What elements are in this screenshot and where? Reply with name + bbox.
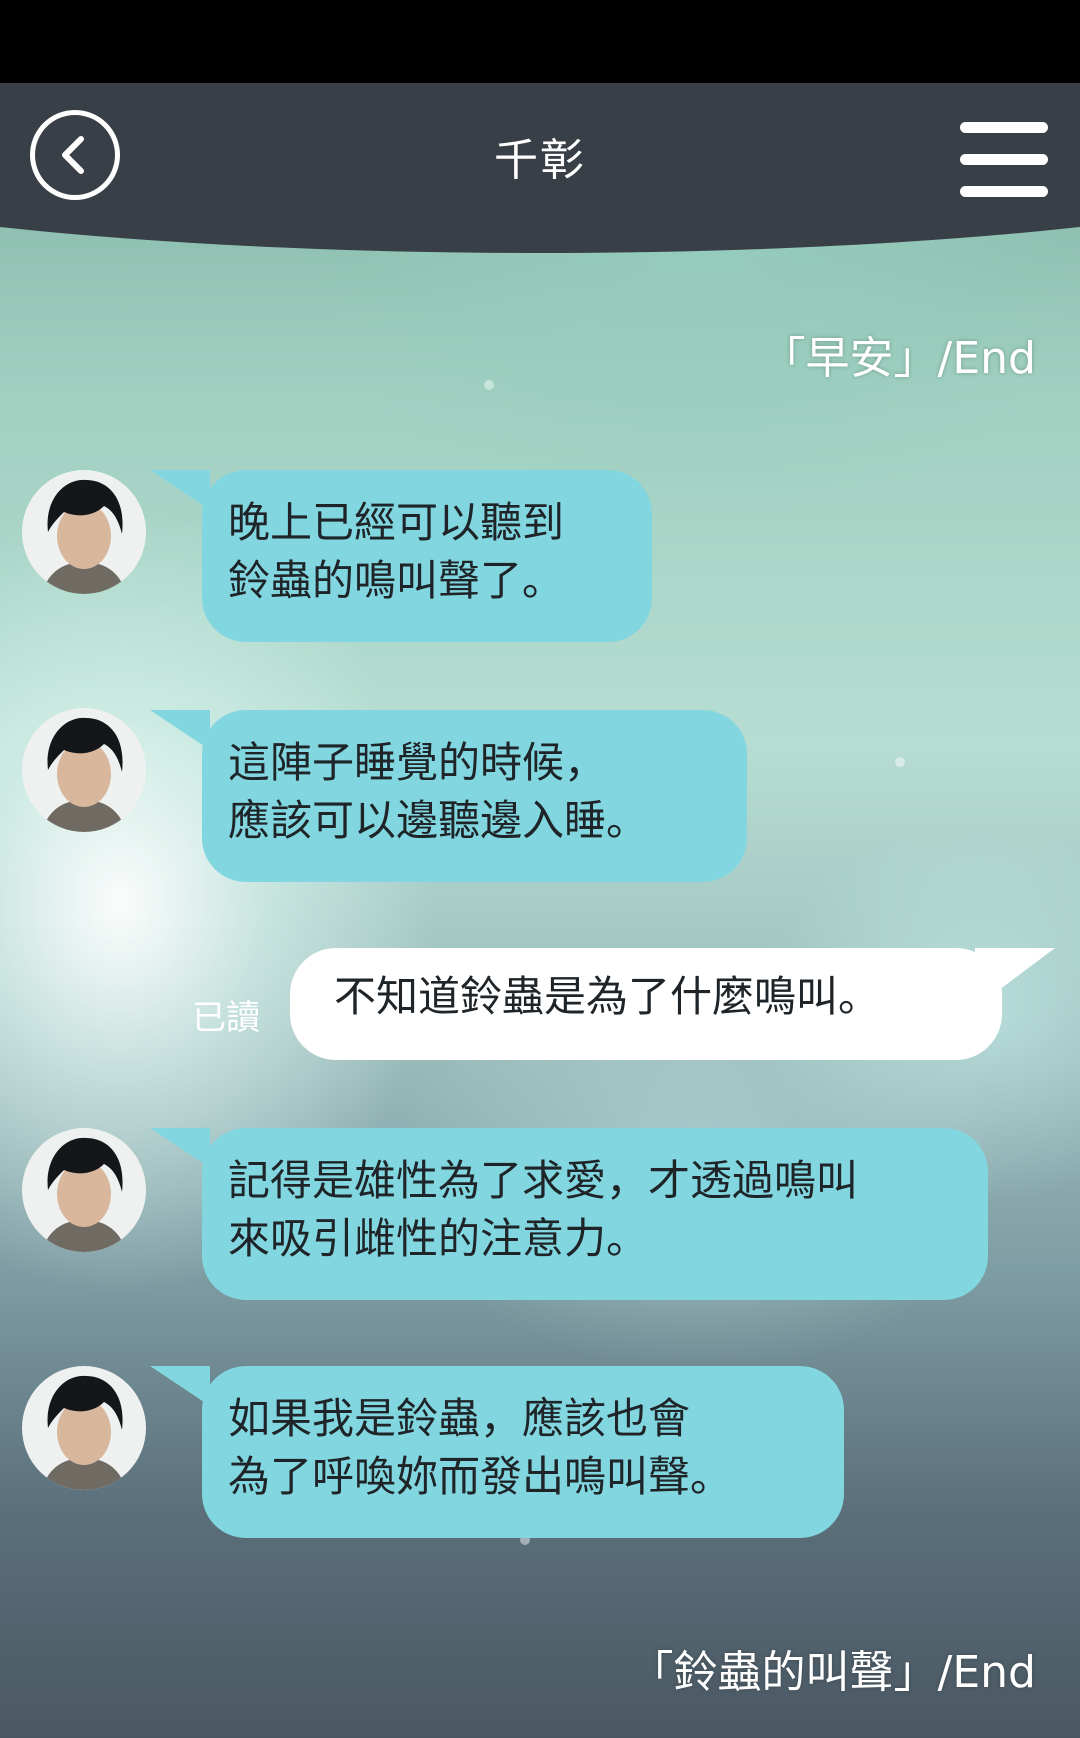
bubble-tail	[150, 710, 210, 750]
decor-dot	[484, 380, 494, 390]
status-bar	[0, 0, 1080, 83]
avatar[interactable]	[22, 470, 146, 594]
bubble-tail	[150, 1366, 210, 1406]
message-bubble: 記得是雄性為了求愛，才透過鳴叫 來吸引雌性的注意力。	[202, 1128, 988, 1300]
chat-title: 千彰	[494, 135, 586, 186]
bubble-tail	[975, 948, 1055, 1008]
read-receipt: 已讀	[192, 998, 260, 1038]
decor-dot	[895, 757, 905, 767]
bubble-tail	[150, 470, 210, 510]
end-label-bottom: 「鈴蟲的叫聲」/End	[629, 1647, 1036, 1698]
avatar[interactable]	[22, 708, 146, 832]
message-bubble: 如果我是鈴蟲，應該也會 為了呼喚妳而發出鳴叫聲。	[202, 1366, 844, 1538]
avatar[interactable]	[22, 1366, 146, 1490]
message-bubble: 晚上已經可以聽到 鈴蟲的鳴叫聲了。	[202, 470, 652, 642]
my-message-bubble: 不知道鈴蟲是為了什麼鳴叫。	[290, 948, 1002, 1060]
avatar[interactable]	[22, 1128, 146, 1252]
hamburger-menu-icon[interactable]	[960, 122, 1048, 198]
end-label-top: 「早安」/End	[761, 333, 1036, 384]
message-bubble: 這陣子睡覺的時候， 應該可以邊聽邊入睡。	[202, 710, 747, 882]
bubble-tail	[150, 1128, 210, 1168]
